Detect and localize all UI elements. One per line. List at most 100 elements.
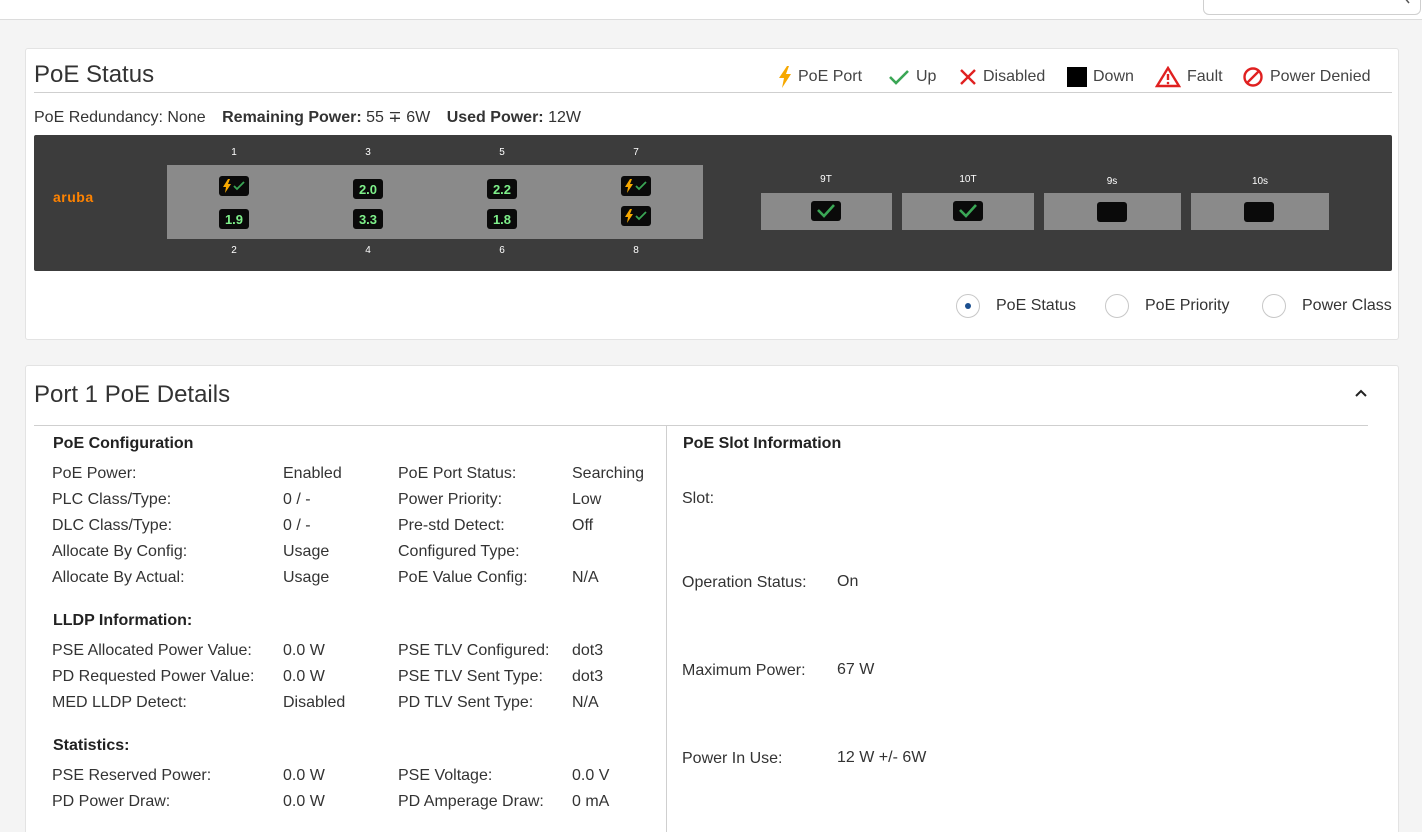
detail-value: N/A — [572, 694, 599, 711]
radio-poe-priority[interactable]: PoE Priority — [1105, 294, 1229, 318]
port-6[interactable]: 1.8 — [487, 209, 517, 229]
legend-fault: Fault — [1155, 65, 1223, 89]
detail-value: dot3 — [572, 642, 604, 659]
uplink-label-9t: 9T — [820, 174, 832, 185]
section-title: Port 1 PoE Details — [34, 381, 231, 408]
port-1[interactable] — [219, 176, 249, 196]
port-number: 1 — [231, 147, 237, 158]
operation-status-value: On — [837, 573, 859, 590]
detail-label: PD TLV Sent Type: — [398, 694, 534, 711]
divider — [34, 92, 1392, 93]
detail-value: Disabled — [283, 694, 346, 711]
port-details-card: Port 1 PoE Details PoE Configuration PoE… — [25, 365, 1399, 832]
port-number: 4 — [365, 245, 371, 256]
remaining-power-label: Remaining Power: — [222, 109, 362, 126]
detail-value: N/A — [572, 569, 599, 586]
port-8[interactable] — [621, 206, 651, 226]
checkmark-icon — [959, 204, 977, 218]
detail-label: PSE Reserved Power: — [52, 767, 212, 784]
prohibited-icon — [1243, 67, 1263, 87]
power-in-use-label: Power In Use: — [682, 750, 783, 767]
port-number: 3 — [365, 147, 371, 158]
detail-value: 0.0 W — [283, 767, 325, 784]
detail-value: 0.0 W — [283, 668, 325, 685]
detail-label: Power Priority: — [398, 491, 503, 508]
uplink-10s-slot — [1191, 193, 1329, 230]
detail-label: Configured Type: — [398, 543, 520, 560]
global-search-input[interactable] — [1203, 0, 1421, 15]
detail-label: Pre-std Detect: — [398, 517, 505, 534]
uplink-9s-slot — [1044, 193, 1181, 230]
poe-up-icon — [625, 209, 647, 223]
x-icon — [960, 69, 976, 85]
lightning-icon — [779, 66, 791, 88]
port-number: 7 — [633, 147, 639, 158]
detail-value: 0.0 W — [283, 793, 325, 810]
detail-value: 0 / - — [283, 491, 311, 508]
port-3[interactable]: 2.0 — [353, 179, 383, 199]
detail-value: Usage — [283, 569, 330, 586]
checkmark-icon — [889, 70, 909, 85]
legend-poe-port: PoE Port — [778, 65, 862, 89]
square-icon — [1067, 67, 1087, 87]
detail-label: PD Requested Power Value: — [52, 668, 255, 685]
column-divider — [666, 426, 667, 832]
radio-poe-status[interactable]: PoE Status — [956, 294, 1076, 318]
uplink-10t-slot — [902, 193, 1034, 230]
uplink-port-10s[interactable] — [1244, 202, 1274, 222]
uplink-label-10t: 10T — [959, 174, 977, 185]
remaining-power-value: 55 ∓ 6W — [366, 109, 431, 126]
detail-label: PD Amperage Draw: — [398, 793, 544, 810]
operation-status-label: Operation Status: — [682, 574, 807, 591]
aruba-logo: aruba — [53, 189, 94, 205]
page-title: PoE Status — [34, 61, 155, 88]
search-icon — [1405, 0, 1410, 4]
detail-label: PSE Allocated Power Value: — [52, 642, 252, 659]
detail-label: PSE Voltage: — [398, 767, 493, 784]
top-bar — [0, 0, 1422, 20]
lldp-information-heading: LLDP Information: — [53, 612, 193, 629]
detail-label: MED LLDP Detect: — [52, 694, 187, 711]
switch-faceplate: aruba 1 3 5 7 1.9 2.0 3.3 2.2 1.8 2 4 6 … — [34, 135, 1392, 271]
statistics-heading: Statistics: — [53, 737, 130, 754]
poe-status-card: PoE Status PoE Port Up Disabled Down Fau… — [25, 48, 1399, 340]
radio-power-class[interactable]: Power Class — [1262, 294, 1392, 318]
detail-label: Allocate By Actual: — [52, 569, 185, 586]
port-5[interactable]: 2.2 — [487, 179, 517, 199]
legend-disabled: Disabled — [959, 65, 1045, 89]
warning-triangle-icon — [1155, 66, 1181, 88]
maximum-power-value: 67 W — [837, 661, 875, 678]
port-number: 6 — [499, 245, 505, 256]
port-number: 8 — [633, 245, 639, 256]
slot-label: Slot: — [682, 490, 715, 507]
radio-button-checked[interactable] — [956, 294, 980, 318]
uplink-port-9t[interactable] — [811, 201, 841, 221]
port-number: 5 — [499, 147, 505, 158]
detail-value: 0 / - — [283, 517, 311, 534]
detail-label: PoE Power: — [52, 465, 137, 482]
port-4[interactable]: 3.3 — [353, 209, 383, 229]
detail-label: PSE TLV Sent Type: — [398, 668, 543, 685]
maximum-power-label: Maximum Power: — [682, 662, 806, 679]
poe-slot-information-heading: PoE Slot Information — [683, 435, 842, 452]
port-7[interactable] — [621, 176, 651, 196]
uplink-label-9s: 9s — [1106, 176, 1118, 187]
port-2[interactable]: 1.9 — [219, 209, 249, 229]
detail-value: 0.0 W — [283, 642, 325, 659]
uplink-port-9s[interactable] — [1097, 202, 1127, 222]
detail-label: PD Power Draw: — [52, 793, 171, 810]
detail-label: PSE TLV Configured: — [398, 642, 550, 659]
detail-label: Allocate By Config: — [52, 543, 188, 560]
poe-up-icon — [625, 179, 647, 193]
used-power-value: 12W — [548, 109, 581, 126]
detail-value: Enabled — [283, 465, 342, 482]
detail-value: Usage — [283, 543, 330, 560]
detail-value: 0 mA — [572, 793, 610, 810]
radio-button[interactable] — [1105, 294, 1129, 318]
uplink-port-10t[interactable] — [953, 201, 983, 221]
detail-value: dot3 — [572, 668, 604, 685]
legend-up: Up — [888, 65, 936, 89]
radio-button[interactable] — [1262, 294, 1286, 318]
chevron-up-icon[interactable] — [1354, 388, 1368, 398]
power-summary: PoE Redundancy: None Remaining Power: 55… — [34, 107, 581, 127]
